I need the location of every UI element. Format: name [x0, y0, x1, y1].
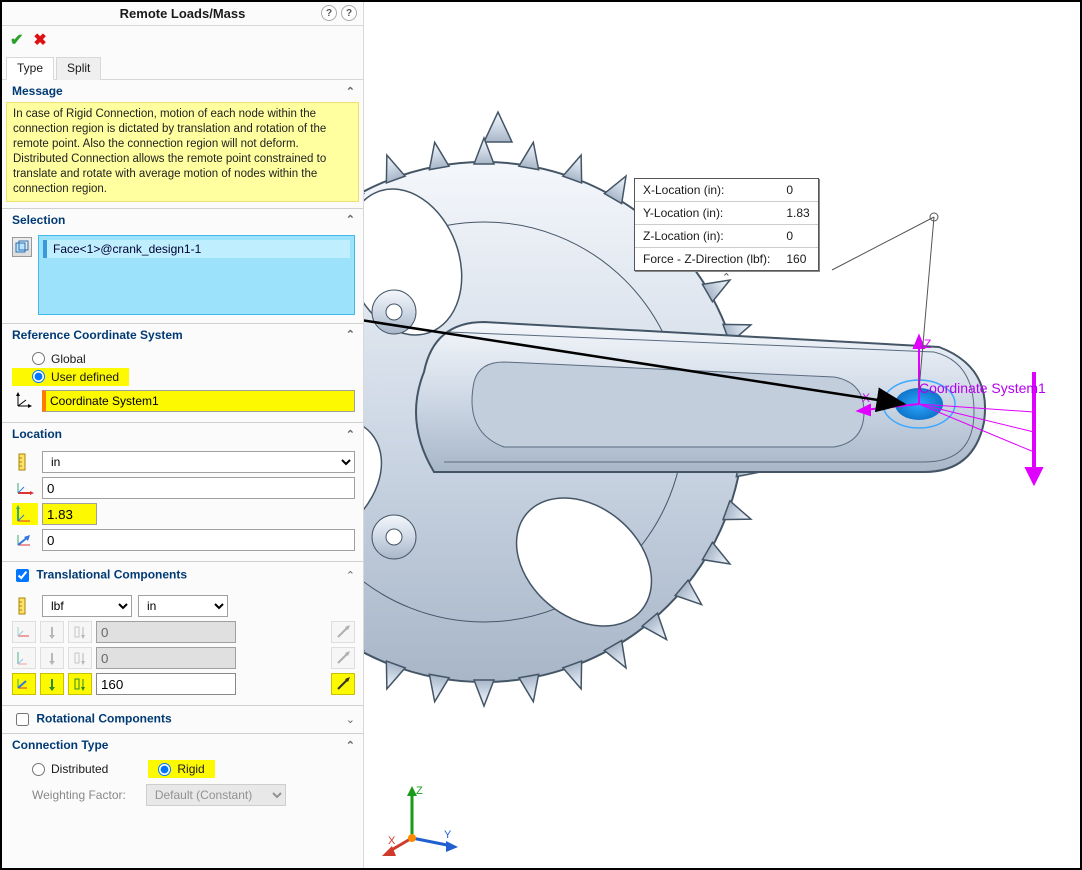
fy-input[interactable] — [96, 647, 236, 669]
section-selection: Selection ⌃ Face<1>@crank_design1-1 — [2, 208, 363, 323]
info-value: 0 — [778, 179, 817, 202]
help-breadcrumb-icon[interactable]: ? — [321, 5, 337, 21]
selection-listbox[interactable]: Face<1>@crank_design1-1 — [38, 235, 355, 315]
section-location-title: Location — [12, 427, 62, 441]
location-y-input[interactable] — [42, 503, 97, 525]
section-translational-title: Translational Components — [36, 568, 187, 582]
section-connection-type: Connection Type ⌃ Distributed Rigid — [2, 733, 363, 816]
svg-text:Z: Z — [924, 337, 931, 351]
coordinate-system-icon[interactable] — [12, 390, 36, 412]
info-label: Y-Location (in): — [635, 202, 778, 225]
fz-reverse-button[interactable] — [331, 673, 355, 695]
section-location: Location ⌃ in — [2, 422, 363, 561]
chevron-up-icon[interactable]: ⌃ — [722, 271, 731, 284]
load-info-card: X-Location (in): 0 Y-Location (in): 1.83… — [634, 178, 819, 271]
info-value: 1.83 — [778, 202, 817, 225]
chevron-up-icon[interactable]: ⌃ — [346, 85, 355, 98]
radio-global[interactable] — [32, 352, 45, 365]
chevron-up-icon[interactable]: ⌃ — [346, 213, 355, 226]
translational-checkbox[interactable] — [16, 569, 29, 582]
tab-split[interactable]: Split — [56, 57, 101, 80]
message-body: In case of Rigid Connection, motion of e… — [6, 102, 359, 202]
section-selection-title: Selection — [12, 213, 65, 227]
fy-direction-button[interactable] — [12, 647, 36, 669]
z-axis-icon — [12, 529, 38, 551]
face-selection-icon[interactable] — [12, 237, 32, 257]
fx-toggle-b-button[interactable] — [68, 621, 92, 643]
cancel-button[interactable]: ✖ — [33, 30, 46, 50]
fx-direction-button[interactable] — [12, 621, 36, 643]
fz-direction-button[interactable] — [12, 673, 36, 695]
radio-user-defined-label: User defined — [51, 370, 119, 384]
info-label: Force - Z-Direction (lbf): — [635, 248, 778, 271]
radio-user-defined[interactable] — [32, 370, 45, 383]
weighting-factor-select: Default (Constant) — [146, 784, 286, 806]
coord-system-input[interactable] — [42, 390, 355, 412]
model-render: Z X — [364, 2, 1080, 868]
radio-distributed[interactable] — [32, 763, 45, 776]
chevron-up-icon[interactable]: ⌃ — [346, 428, 355, 441]
fz-toggle-b-button[interactable] — [68, 673, 92, 695]
tab-type[interactable]: Type — [6, 57, 54, 80]
property-panel: Remote Loads/Mass ? ? ✔ ✖ Type Split Mes… — [2, 2, 364, 868]
info-value: 0 — [778, 225, 817, 248]
radio-distributed-label: Distributed — [51, 762, 108, 776]
fy-toggle-b-button[interactable] — [68, 647, 92, 669]
info-label: X-Location (in): — [635, 179, 778, 202]
radio-global-label: Global — [51, 352, 86, 366]
info-value: 160 — [778, 248, 817, 271]
info-label: Z-Location (in): — [635, 225, 778, 248]
chevron-up-icon[interactable]: ⌃ — [346, 569, 355, 582]
svg-text:Z: Z — [416, 785, 423, 797]
section-translational: Translational Components ⌃ lbf in — [2, 561, 363, 705]
fy-toggle-a-button[interactable] — [40, 647, 64, 669]
radio-rigid-label: Rigid — [177, 762, 204, 776]
info-row: Force - Z-Direction (lbf): 160 — [635, 248, 818, 271]
location-unit-select[interactable]: in — [42, 451, 355, 473]
y-axis-icon — [12, 503, 38, 525]
svg-text:X: X — [388, 835, 396, 847]
units-icon — [12, 451, 36, 473]
panel-title-bar: Remote Loads/Mass ? ? — [2, 2, 363, 26]
weighting-factor-label: Weighting Factor: — [32, 788, 126, 802]
chevron-up-icon[interactable]: ⌃ — [346, 739, 355, 752]
selection-item[interactable]: Face<1>@crank_design1-1 — [43, 240, 350, 258]
ok-button[interactable]: ✔ — [10, 30, 23, 50]
coord-system-label: Coordinate System1 — [919, 380, 1046, 396]
radio-rigid[interactable] — [158, 763, 171, 776]
info-row: X-Location (in): 0 — [635, 179, 818, 202]
section-message-title: Message — [12, 84, 63, 98]
dist-unit-select[interactable]: in — [138, 595, 228, 617]
svg-text:X: X — [862, 391, 870, 405]
force-unit-select[interactable]: lbf — [42, 595, 132, 617]
section-rotational-title: Rotational Components — [36, 712, 171, 726]
location-z-input[interactable] — [42, 529, 355, 551]
x-axis-icon — [12, 477, 38, 499]
panel-title: Remote Loads/Mass — [120, 6, 246, 21]
fz-input[interactable] — [96, 673, 236, 695]
chevron-up-icon[interactable]: ⌃ — [346, 328, 355, 341]
section-refcoord-title: Reference Coordinate System — [12, 328, 183, 342]
chevron-down-icon[interactable]: ⌄ — [346, 713, 355, 726]
view-triad-icon[interactable]: Z Y X — [382, 778, 462, 858]
fx-reverse-button[interactable] — [331, 621, 355, 643]
fx-input[interactable] — [96, 621, 236, 643]
graphics-viewport[interactable]: Z X — [364, 2, 1080, 868]
section-connection-title: Connection Type — [12, 738, 108, 752]
fz-toggle-a-button[interactable] — [40, 673, 64, 695]
units-icon — [12, 595, 36, 617]
fx-toggle-a-button[interactable] — [40, 621, 64, 643]
help-icon[interactable]: ? — [341, 5, 357, 21]
rotational-checkbox[interactable] — [16, 713, 29, 726]
section-rotational: Rotational Components ⌄ — [2, 705, 363, 733]
svg-text:Y: Y — [444, 829, 452, 841]
fy-reverse-button[interactable] — [331, 647, 355, 669]
location-x-input[interactable] — [42, 477, 355, 499]
info-row: Y-Location (in): 1.83 — [635, 202, 818, 225]
info-row: Z-Location (in): 0 — [635, 225, 818, 248]
section-message: Message ⌃ In case of Rigid Connection, m… — [2, 80, 363, 202]
section-refcoord: Reference Coordinate System ⌃ Global Use… — [2, 323, 363, 423]
